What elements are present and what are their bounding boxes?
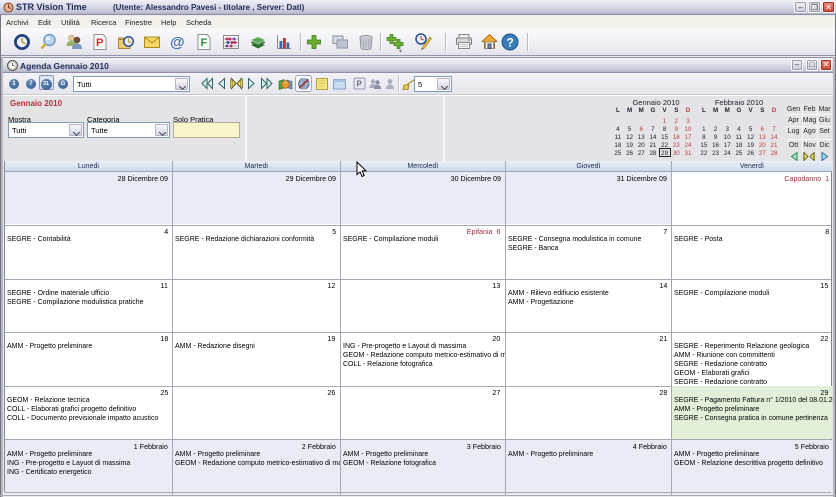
svg-text:?: ?	[507, 36, 514, 50]
svg-text:F: F	[201, 37, 208, 49]
svg-text:@: @	[170, 34, 185, 51]
svg-text:P: P	[96, 37, 103, 49]
svg-text:P: P	[357, 80, 363, 89]
